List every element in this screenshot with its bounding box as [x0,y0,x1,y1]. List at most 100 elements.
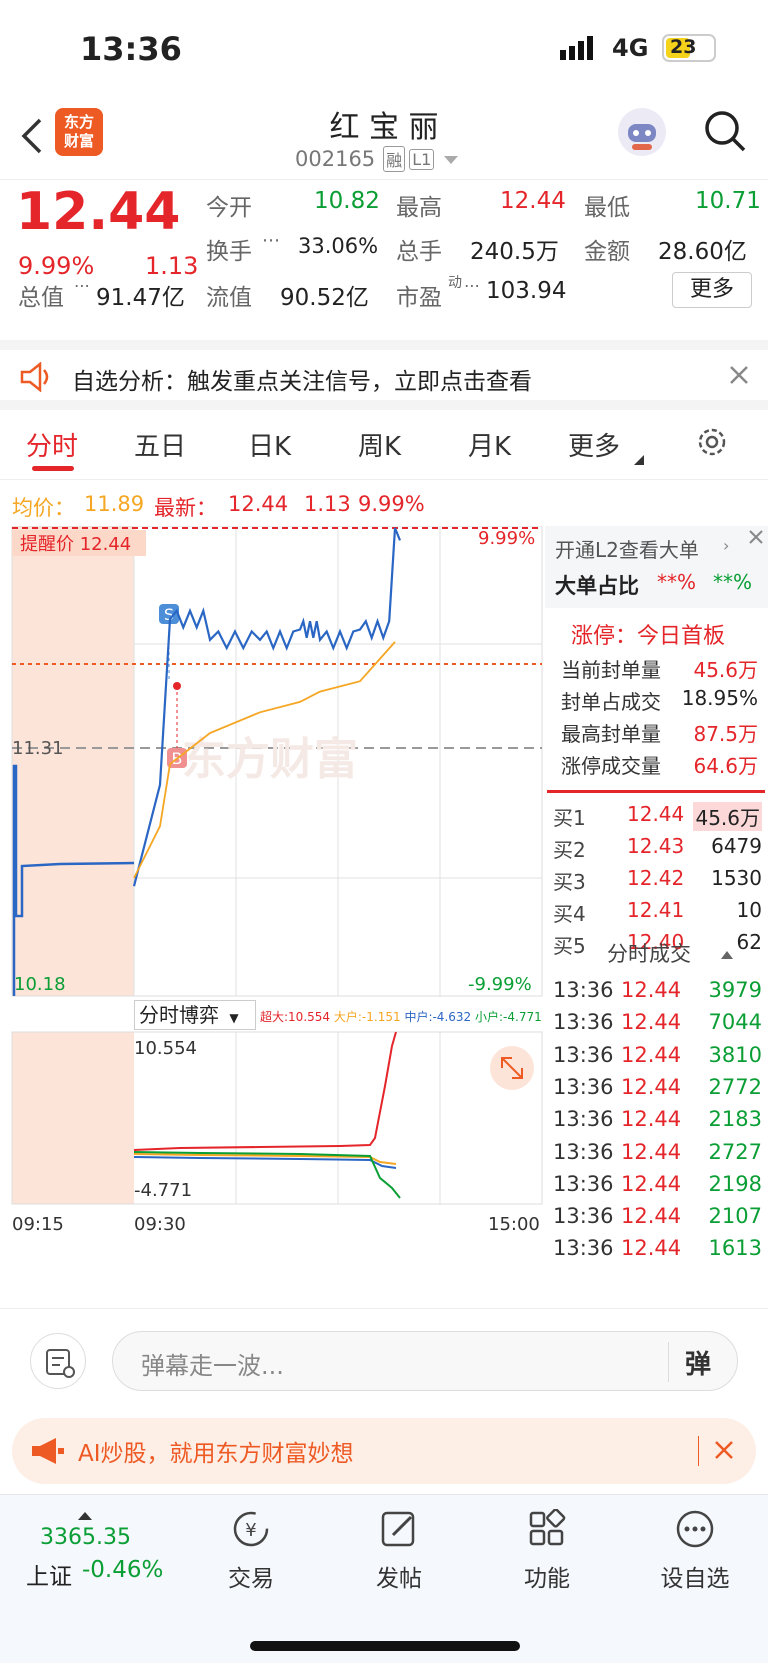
info-icon[interactable]: ⋯ [74,276,90,295]
limit-stat-label: 当前封单量 [561,658,661,682]
notes-icon[interactable] [30,1333,86,1389]
bid-row[interactable]: 买2 12.43 6479 [545,832,768,864]
buy-dot [173,682,181,690]
danmu-toggle[interactable]: 弹 [685,1344,711,1381]
tab-5day[interactable]: 五日 [134,426,186,463]
back-icon[interactable] [18,116,48,156]
signal-icon [560,36,596,60]
limit-up-pct: 9.99% [478,528,535,549]
stock-code-row[interactable]: 002165 融 L1 [295,146,459,172]
danmu-input[interactable]: 弹幕走一波... 弹 [112,1331,738,1391]
chevron-right-icon: › [723,536,730,555]
nav-post[interactable]: 发帖 [344,1509,454,1593]
caret-icon [634,450,644,469]
bid-level: 买3 [553,870,586,894]
index-percent: -0.46% [82,1557,164,1583]
avg-label: 均价： [12,496,75,520]
trade-time: 13:36 [553,1042,614,1067]
chevron-down-icon: ▼ [229,1011,239,1025]
divider [547,790,765,793]
trade-time: 13:36 [553,1139,614,1164]
open-value: 10.82 [314,188,380,214]
nav-add-watchlist[interactable]: 设自选 [640,1509,750,1593]
flow-super-legend: 超大:10.554 [260,1010,331,1024]
close-icon[interactable] [714,1440,734,1460]
bid-price: 12.43 [627,834,685,858]
battery-level: 23 [670,36,697,58]
search-icon[interactable] [702,108,748,154]
yuan-icon: ¥ [229,1511,273,1553]
trade-price: 12.44 [621,1074,682,1099]
time-open-label: 09:30 [134,1214,186,1235]
index-widget[interactable]: 3365.35 上证 -0.46% [20,1505,180,1595]
big-order-a: **% [657,570,697,594]
tab-more[interactable]: 更多 [568,426,620,463]
info-icon[interactable]: ⋯ [464,276,480,295]
caret-up-icon[interactable] [721,944,733,963]
bid-volume: 1530 [711,866,762,890]
trade-volume: 1613 [708,1236,762,1261]
trade-time: 13:36 [553,1204,614,1229]
amount-label: 金额 [584,239,630,265]
trade-row: 13:36 12.44 3979 [545,976,768,1010]
more-button[interactable]: 更多 [672,272,752,308]
limit-stat-value: 18.95% [681,686,758,710]
close-icon[interactable] [747,528,765,546]
bid-price: 12.41 [627,898,685,922]
trade-row: 13:36 12.44 2772 [545,1073,768,1107]
tab-week-k[interactable]: 周K [358,426,401,463]
limit-down-pct: -9.99% [468,974,532,995]
last-price: 12.44 [16,182,181,242]
tab-intraday[interactable]: 分时 [26,426,78,463]
close-icon[interactable] [728,364,750,386]
premarket-shade-lower [12,1032,134,1204]
brand-logo[interactable]: 东方 财富 [55,108,103,156]
latest-value: 12.44 [228,492,289,516]
trade-time: 13:36 [553,978,614,1002]
danmu-divider [668,1342,669,1382]
flow-max-label: 10.554 [134,1038,197,1059]
tab-day-k[interactable]: 日K [248,426,291,463]
bid-row[interactable]: 买4 12.41 10 [545,896,768,928]
nav-trade[interactable]: ¥ 交易 [196,1509,306,1593]
ai-banner[interactable]: AI炒股，就用东方财富妙想 [12,1418,756,1484]
price-chart-svg[interactable]: 东方财富 S B 提醒价 12.44 9.99% 11.31 10.18 -9.… [0,526,545,1306]
trade-row: 13:36 12.44 2198 [545,1170,768,1204]
limit-stat-value: 45.6万 [693,658,758,682]
trades-title: 分时成交 [607,942,691,966]
indicator-select[interactable]: 分时博弈 ▼ [134,1000,256,1030]
bid-volume: 62 [736,930,762,954]
robot-avatar-icon[interactable] [618,108,666,156]
limit-stat-label: 涨停成交量 [561,754,661,778]
chart-legend: 均价： 11.89 最新： 12.44 1.13 9.99% [0,480,768,526]
pe-superscript: 动 [448,275,462,291]
trade-price: 12.44 [621,1204,682,1229]
ai-banner-text: AI炒股，就用东方财富妙想 [78,1441,354,1467]
trade-row: 13:36 12.44 3810 [545,1041,768,1075]
bid-price: 12.42 [627,866,685,890]
big-order-label: 大单占比 [555,574,639,598]
intraday-chart[interactable]: 东方财富 S B 提醒价 12.44 9.99% 11.31 10.18 -9.… [0,526,545,1306]
mcap-label: 总值 [18,285,64,311]
gear-icon[interactable] [694,424,730,460]
info-icon[interactable]: ⋯ [262,230,280,251]
banner-divider [698,1436,699,1466]
limit-stat-value: 87.5万 [693,722,758,746]
change-amount: 1.13 [145,252,199,280]
tab-month-k[interactable]: 月K [468,426,511,463]
limit-stat-label: 封单占成交 [561,690,661,714]
bid-level: 买5 [553,934,586,958]
latest-percent: 9.99% [358,492,425,516]
trade-price: 12.44 [621,1107,682,1132]
nav-features[interactable]: 功能 [492,1508,602,1593]
chevron-down-icon [444,147,459,171]
trade-volume: 2727 [708,1139,762,1164]
bid-level: 买4 [553,902,586,926]
l2-promo[interactable]: 开通L2查看大单 › 大单占比 **% **% [545,526,768,608]
low-value: 10.71 [695,188,761,214]
alert-banner[interactable]: 自选分析：触发重点关注信号，立即点击查看 [0,340,768,410]
bid-row[interactable]: 买3 12.42 1530 [545,864,768,896]
trade-row: 13:36 12.44 2107 [545,1202,768,1236]
bid-row[interactable]: 买1 12.44 45.6万 [545,800,768,832]
flow-legend: 超大:10.554 大户:-1.151 中户:-4.632 小户:-4.771 [260,1008,542,1025]
